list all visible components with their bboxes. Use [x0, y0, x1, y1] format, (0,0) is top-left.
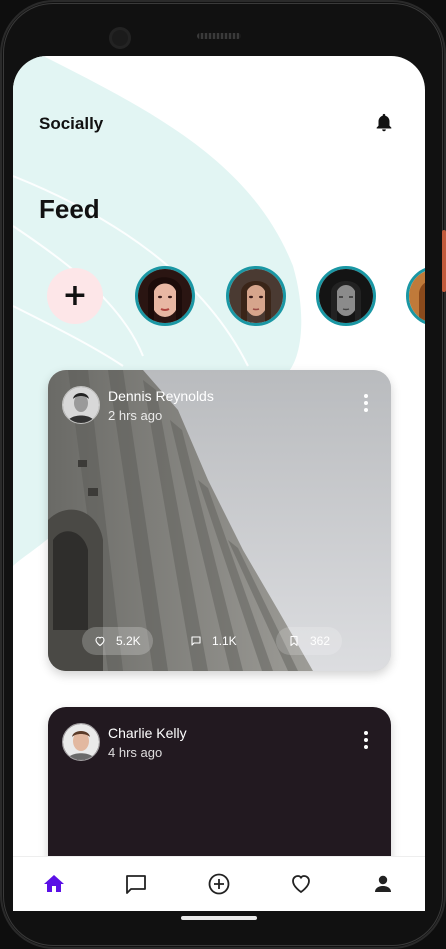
- notification-bell-icon[interactable]: [373, 112, 395, 134]
- earpiece-speaker: [197, 33, 241, 39]
- power-button: [442, 230, 446, 292]
- add-story-button[interactable]: +: [47, 268, 103, 324]
- story-avatar[interactable]: [226, 266, 286, 326]
- more-options-icon[interactable]: [363, 394, 369, 412]
- post-card[interactable]: Dennis Reynolds 2 hrs ago 5.2K 1.1K 362: [48, 370, 391, 671]
- save-count: 362: [310, 634, 331, 648]
- app-screen: Socially Feed + Dennis Reynolds 2 hrs ag…: [13, 56, 425, 911]
- story-avatar[interactable]: [316, 266, 376, 326]
- like-count: 5.2K: [116, 634, 141, 648]
- post-timestamp: 4 hrs ago: [108, 745, 163, 760]
- avatar-image: [409, 269, 425, 323]
- add-icon[interactable]: [206, 871, 232, 897]
- heart-icon: [95, 636, 105, 647]
- like-button[interactable]: 5.2K: [82, 627, 153, 655]
- avatar[interactable]: [62, 386, 100, 424]
- post-stats: 5.2K 1.1K 362: [82, 627, 362, 657]
- comment-count: 1.1K: [212, 634, 237, 648]
- bookmark-icon: [290, 635, 298, 647]
- app-title: Socially: [39, 114, 104, 133]
- post-timestamp: 2 hrs ago: [108, 408, 163, 423]
- avatar-image: [138, 269, 192, 323]
- stories-row: +: [13, 266, 425, 330]
- avatar-image: [319, 269, 373, 323]
- post-image: [48, 370, 391, 671]
- post-author[interactable]: Dennis Reynolds: [108, 388, 214, 404]
- profile-icon[interactable]: [370, 871, 396, 897]
- chat-icon[interactable]: [123, 871, 149, 897]
- post-author[interactable]: Charlie Kelly: [108, 725, 187, 741]
- avatar-image: [229, 269, 283, 323]
- comment-icon: [191, 636, 201, 646]
- more-options-icon[interactable]: [363, 731, 369, 749]
- story-avatar[interactable]: [135, 266, 195, 326]
- comment-button[interactable]: 1.1K: [178, 627, 249, 655]
- page-title: Feed: [39, 194, 100, 224]
- avatar-image: [63, 724, 99, 760]
- avatar[interactable]: [62, 723, 100, 761]
- front-camera: [109, 27, 131, 49]
- phone-frame: Socially Feed + Dennis Reynolds 2 hrs ag…: [0, 0, 446, 949]
- home-icon[interactable]: [41, 871, 67, 897]
- bottom-navigation: [13, 856, 425, 911]
- story-avatar[interactable]: [406, 266, 425, 326]
- heart-icon[interactable]: [288, 871, 314, 897]
- save-button[interactable]: 362: [276, 627, 343, 655]
- plus-icon: +: [62, 278, 88, 313]
- home-indicator: [181, 916, 257, 920]
- avatar-image: [63, 387, 99, 423]
